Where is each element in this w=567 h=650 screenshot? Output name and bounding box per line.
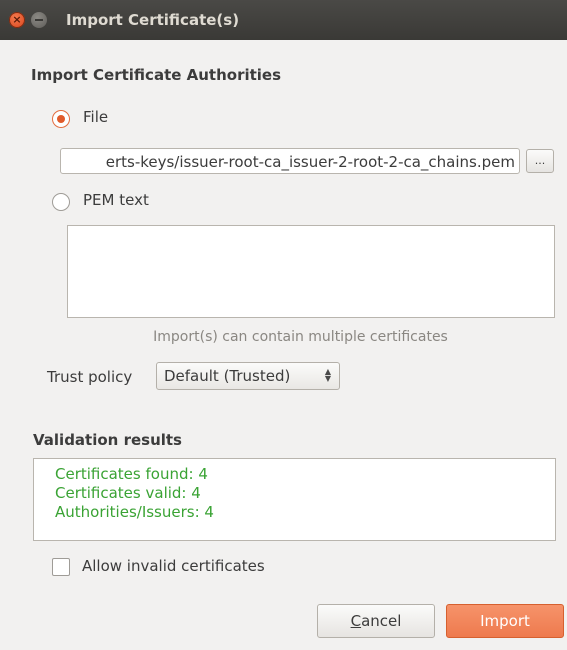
minimize-window-icon[interactable] (31, 12, 47, 28)
result-line: Authorities/Issuers: 4 (55, 503, 214, 521)
window-title: Import Certificate(s) (66, 11, 240, 29)
file-radio[interactable] (52, 110, 70, 128)
cancel-button[interactable]: Cancel (317, 604, 435, 638)
pem-text-radio-label: PEM text (83, 191, 149, 209)
trust-policy-select[interactable]: Default (Trusted) ▲ ▼ (156, 362, 340, 390)
allow-invalid-label: Allow invalid certificates (82, 557, 265, 575)
file-path-input[interactable]: erts-keys/issuer-root-ca_issuer-2-root-2… (60, 148, 520, 174)
title-bar: × Import Certificate(s) (0, 0, 567, 40)
trust-policy-value: Default (Trusted) (164, 367, 291, 385)
validation-results-box: Certificates found: 4 Certificates valid… (33, 458, 556, 541)
validation-results-heading: Validation results (33, 431, 182, 449)
import-button[interactable]: Import (446, 604, 564, 638)
trust-policy-label: Trust policy (47, 368, 133, 386)
result-line: Certificates found: 4 (55, 465, 208, 483)
cancel-mnemonic: C (350, 612, 362, 630)
pem-text-radio[interactable] (52, 193, 70, 211)
file-radio-label: File (83, 108, 109, 126)
close-window-icon[interactable]: × (9, 12, 25, 28)
browse-file-button[interactable]: ... (526, 149, 554, 173)
cancel-label: ancel (361, 612, 402, 630)
import-hint: Import(s) can contain multiple certifica… (153, 329, 448, 345)
allow-invalid-checkbox[interactable] (52, 558, 70, 576)
result-line: Certificates valid: 4 (55, 484, 201, 502)
import-authorities-heading: Import Certificate Authorities (31, 66, 282, 84)
updown-arrows-icon: ▲ ▼ (324, 367, 332, 383)
pem-text-area[interactable] (67, 225, 555, 318)
